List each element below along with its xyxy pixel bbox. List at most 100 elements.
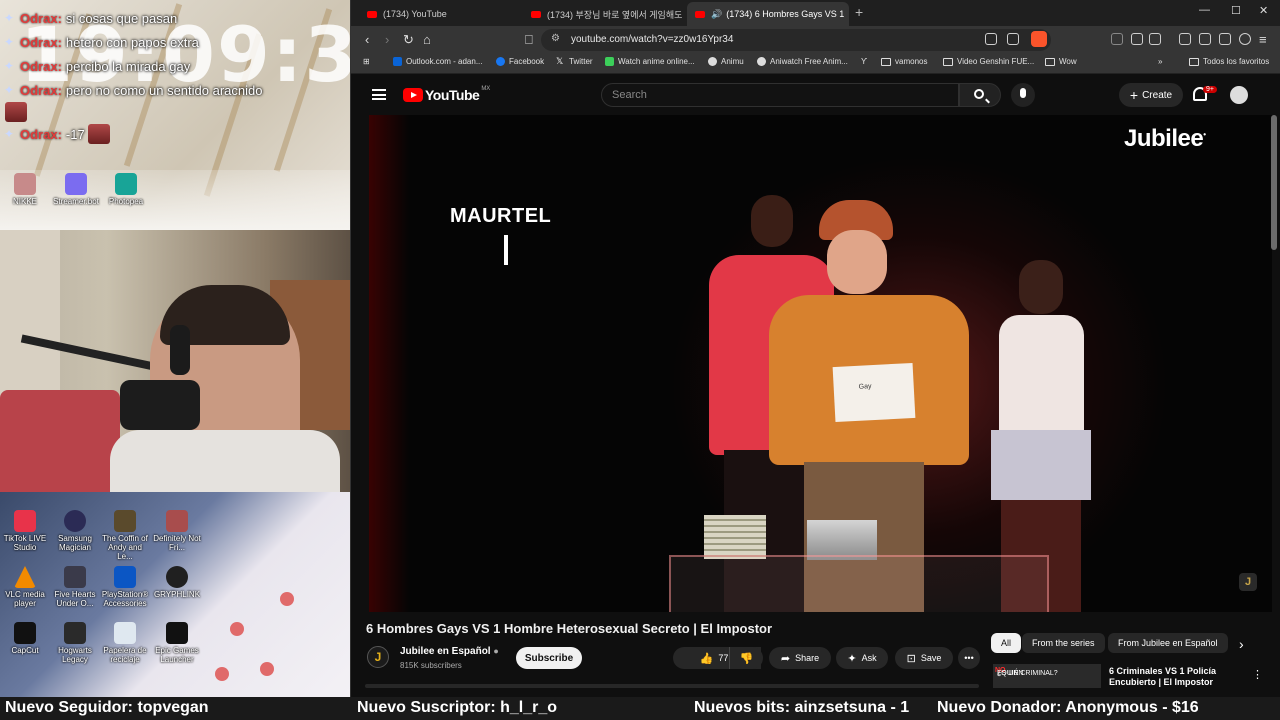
- tab-label: (1734) 부장님 바로 옆에서 게임해도: [547, 9, 683, 20]
- chat-overlay: ✦ Odrax: si cosas que pasan ✦ Odrax: het…: [2, 6, 347, 146]
- video-player[interactable]: Jubilee• MAURTEL Gay J: [369, 115, 1272, 612]
- chip-from-series[interactable]: From the series: [1022, 633, 1105, 653]
- chevron-right-icon[interactable]: ›: [1239, 636, 1244, 652]
- desktop-icon-streamerbot[interactable]: Streamer.bot: [51, 173, 101, 206]
- share-page-icon[interactable]: [1007, 33, 1019, 45]
- all-favorites-folder[interactable]: Todos los favoritos: [1189, 57, 1269, 66]
- close-window-icon[interactable]: ✕: [1259, 4, 1268, 17]
- bookmark-icon[interactable]: ⎕: [525, 32, 533, 48]
- desktop-icon-tiktok-live[interactable]: TikTok LIVE Studio: [0, 510, 50, 552]
- vpn-icon[interactable]: [1239, 33, 1251, 45]
- misc-bookmark-icon[interactable]: ϒ: [861, 57, 867, 66]
- desktop-icon-nikke[interactable]: NIKKE: [0, 173, 50, 206]
- page-scrollbar[interactable]: [1271, 115, 1277, 250]
- desktop-icon-label: PlayStation® Accessories: [101, 590, 149, 608]
- recommended-thumbnail[interactable]: ¿QUIÉN NO ES UN CRIMINAL?: [993, 664, 1101, 688]
- tab-current-video[interactable]: 🔊 (1734) 6 Hombres Gays VS 1 ✕: [687, 2, 849, 26]
- desktop-icon-definitely-not-fried[interactable]: Definitely Not Fri...: [152, 510, 202, 552]
- bookmark-outlook[interactable]: Outlook.com - adan...: [393, 57, 482, 66]
- puzzle-icon[interactable]: [1131, 33, 1143, 45]
- desktop-icon-five-hearts[interactable]: Five Hearts Under O...: [50, 566, 100, 608]
- folder-label: Video Genshin FUE...: [957, 57, 1035, 66]
- alerts-ticker: Nuevo Seguidor: topvegan Nuevo Suscripto…: [0, 697, 1280, 720]
- chip-all[interactable]: All: [991, 633, 1022, 653]
- search-input[interactable]: Search: [601, 83, 959, 107]
- ask-button[interactable]: ✦ Ask: [836, 647, 888, 669]
- bookmark-twitter[interactable]: 𝕏 Twitter: [556, 57, 593, 67]
- tab-korean-video[interactable]: (1734) 부장님 바로 옆에서 게임해도: [523, 2, 685, 26]
- thumbs-down-icon: 👎: [739, 652, 754, 665]
- desktop-icon-label: GRYPHLINK: [153, 590, 201, 599]
- back-icon[interactable]: ‹: [365, 32, 369, 47]
- maximize-icon[interactable]: ☐: [1231, 4, 1241, 17]
- sidebar-icon[interactable]: [1149, 33, 1161, 45]
- aniwatch-icon: [757, 57, 766, 66]
- more-bookmarks-icon[interactable]: »: [1158, 57, 1162, 66]
- channel-name[interactable]: Jubilee en Español ●: [400, 646, 499, 657]
- youtube-favicon-icon: [695, 10, 705, 18]
- address-bar[interactable]: ⚙ youtube.com/watch?v=zz0w16Ypr34: [541, 29, 1051, 51]
- tab-youtube-home[interactable]: (1734) YouTube: [359, 2, 519, 26]
- torso: [999, 315, 1084, 435]
- game-icon: [166, 510, 188, 532]
- desktop-icon-hogwarts-legacy[interactable]: Hogwarts Legacy: [50, 622, 100, 664]
- music-icon[interactable]: [1179, 33, 1191, 45]
- leo-icon[interactable]: [1219, 33, 1231, 45]
- extension-icon[interactable]: [1111, 33, 1123, 45]
- subscriber-count: 815K subscribers: [400, 661, 462, 670]
- home-icon[interactable]: ⌂: [423, 32, 431, 47]
- search-icon: [974, 89, 984, 99]
- account-avatar[interactable]: [1230, 86, 1248, 104]
- search-button[interactable]: [959, 83, 1001, 107]
- forward-icon[interactable]: ›: [385, 32, 389, 47]
- bookmark-facebook[interactable]: Facebook: [496, 57, 544, 66]
- bookmark-aniwatch[interactable]: Aniwatch Free Anim...: [757, 57, 848, 66]
- sparkle-icon: ✦: [3, 127, 15, 141]
- channel-watermark-icon[interactable]: J: [1239, 573, 1257, 591]
- cast-icon[interactable]: [985, 33, 997, 45]
- bookmark-folder-vamonos[interactable]: vamonos: [881, 57, 927, 66]
- bookmark-animu[interactable]: Animu: [708, 57, 744, 66]
- share-button[interactable]: ➦ Share: [769, 647, 831, 669]
- youtube-logo[interactable]: YouTube MX: [403, 86, 490, 103]
- desktop-icon-capcut[interactable]: CapCut: [0, 622, 50, 655]
- menu-icon[interactable]: ≡: [1259, 32, 1267, 47]
- subscribe-button[interactable]: Subscribe: [516, 647, 582, 669]
- reload-icon[interactable]: ↻: [403, 32, 414, 48]
- desktop-icon-photopea[interactable]: Photopea: [101, 173, 151, 206]
- bookmark-watch-anime[interactable]: Watch anime online...: [605, 57, 695, 66]
- brave-shields-icon[interactable]: [1031, 31, 1047, 47]
- chip-from-channel[interactable]: From Jubilee en Español: [1108, 633, 1228, 653]
- emote-icon: [5, 102, 27, 122]
- hamburger-menu-icon[interactable]: [372, 89, 386, 100]
- desktop-icon-coffin-andy[interactable]: The Coffin of Andy and Le...: [100, 510, 150, 561]
- desktop-icon-samsung-magician[interactable]: Samsung Magician: [50, 510, 100, 552]
- more-actions-button[interactable]: •••: [958, 647, 980, 669]
- desktop-icon-gryphlink[interactable]: GRYPHLINK: [152, 566, 202, 599]
- desktop-icon-epic-games[interactable]: Epic Games Launcher: [152, 622, 202, 664]
- tab-bar: (1734) YouTube (1734) 부장님 바로 옆에서 게임해도 🔊 …: [351, 0, 1280, 26]
- desktop-icon-playstation-accessories[interactable]: PlayStation® Accessories: [100, 566, 150, 608]
- desktop-icon-label: The Coffin of Andy and Le...: [102, 534, 148, 561]
- channel-avatar[interactable]: J: [367, 646, 389, 668]
- desktop-wallpaper-top: 19:09:36 ✦ Odrax: si cosas que pasan ✦ O…: [0, 0, 350, 230]
- bookmarks-bar: ⊞ Outlook.com - adan... Facebook 𝕏 Twitte…: [351, 54, 1280, 74]
- wallet-icon[interactable]: [1199, 33, 1211, 45]
- desktop-icon-recycle-bin[interactable]: Papelera de reciclaje: [100, 622, 150, 664]
- game-icon: [64, 566, 86, 588]
- desktop-icon-vlc[interactable]: VLC media player: [0, 566, 50, 608]
- bookmark-folder-wow[interactable]: Wow: [1045, 57, 1077, 66]
- nikke-icon: [14, 173, 36, 195]
- dislike-button[interactable]: 👎: [729, 647, 763, 669]
- bookmark-folder-genshin[interactable]: Video Genshin FUE...: [943, 57, 1034, 66]
- save-button[interactable]: ⊡ Save: [895, 647, 953, 669]
- game-icon: [114, 510, 136, 532]
- more-vertical-icon[interactable]: ⋮: [1252, 668, 1263, 681]
- apps-icon[interactable]: ⊞: [363, 57, 370, 66]
- new-tab-button[interactable]: +: [855, 4, 863, 20]
- minimize-icon[interactable]: —: [1199, 4, 1210, 16]
- voice-search-button[interactable]: [1011, 83, 1035, 107]
- site-info-icon[interactable]: ⚙: [551, 33, 560, 44]
- recommended-title[interactable]: 6 Criminales VS 1 Policía Encubierto | E…: [1109, 666, 1259, 688]
- create-button[interactable]: + Create: [1119, 83, 1183, 107]
